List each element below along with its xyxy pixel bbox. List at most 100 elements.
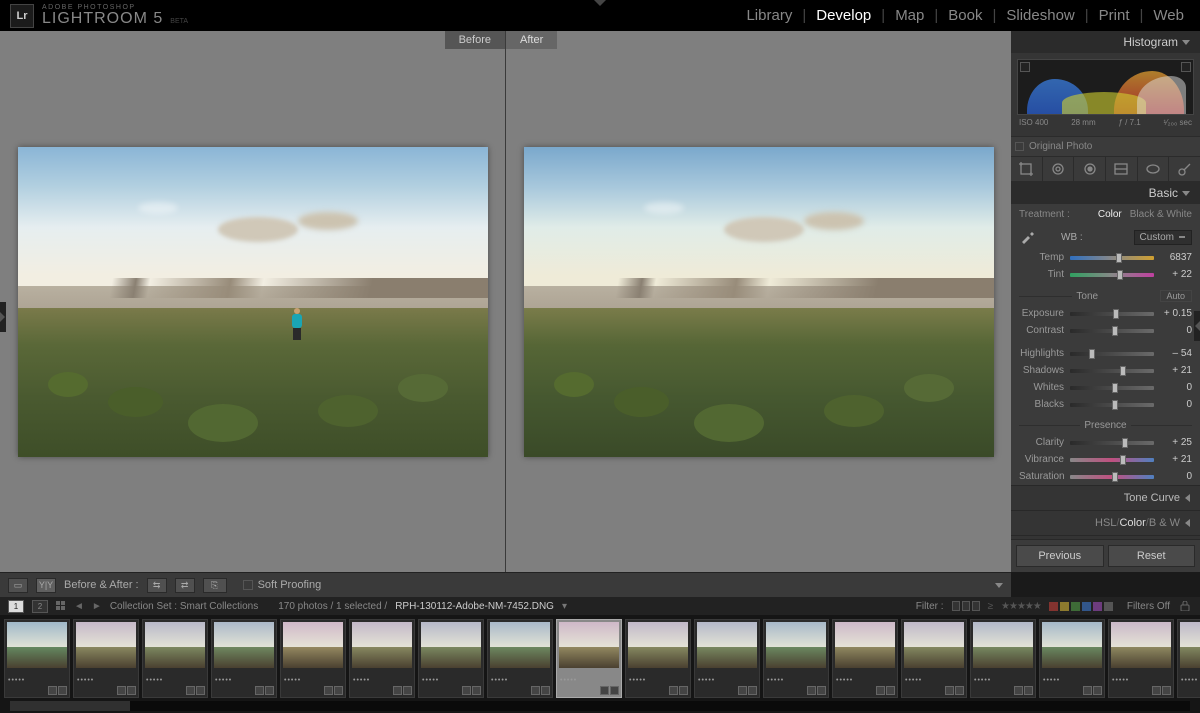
topbar: Lr ADOBE PHOTOSHOP LIGHTROOM 5 BETA Libr… [0,0,1200,31]
module-web[interactable]: Web [1147,7,1190,24]
filmstrip-thumb[interactable]: ••••• [280,619,346,698]
filmstrip-thumb[interactable]: ••••• [832,619,898,698]
filmstrip-thumb[interactable]: ••••• [349,619,415,698]
after-pane[interactable]: After [505,31,1011,572]
original-photo-checkbox[interactable] [1015,142,1024,151]
left-panel-handle[interactable] [0,302,6,332]
redeye-tool[interactable] [1074,157,1106,181]
filmstrip-thumb[interactable]: ••••• [625,619,691,698]
color-filter[interactable] [1049,602,1113,611]
temp-row: Temp6837 [1011,249,1200,266]
module-slideshow[interactable]: Slideshow [1000,7,1080,24]
brand-product-name: LIGHTROOM 5 [42,10,163,27]
filmstrip-thumb[interactable]: ••••• [142,619,208,698]
filmstrip-thumb[interactable]: ••••• [418,619,484,698]
wb-preset-select[interactable]: Custom [1134,230,1192,245]
breadcrumb-collection[interactable]: Collection Set : Smart Collections [110,601,258,612]
filmstrip-thumb[interactable]: ••••• [694,619,760,698]
person-in-photo [290,308,304,336]
histogram-header[interactable]: Histogram [1011,31,1200,53]
compare-view-button[interactable]: Y|Y [36,578,56,593]
spot-removal-tool[interactable] [1043,157,1075,181]
whites-slider[interactable] [1070,386,1154,390]
previous-button[interactable]: Previous [1016,545,1104,567]
treatment-color[interactable]: Color [1098,209,1122,220]
wb-row: WB : Custom [1011,225,1200,249]
filter-lock-icon[interactable] [1178,601,1192,611]
tone-curve-header[interactable]: Tone Curve [1011,485,1200,510]
filmstrip-thumb[interactable]: ••••• [1108,619,1174,698]
original-photo-row[interactable]: Original Photo [1011,136,1200,156]
graduated-filter-tool[interactable] [1106,157,1138,181]
filmstrip-thumb[interactable]: ••••• [4,619,70,698]
filmstrip-thumb[interactable]: ••••• [763,619,829,698]
loupe-view-button[interactable]: ▭ [8,578,28,593]
main-window-button[interactable]: 1 [8,600,24,613]
filmstrip-thumb[interactable]: ••••• [556,619,622,698]
module-map[interactable]: Map [889,7,930,24]
before-pane[interactable]: Before [0,31,505,572]
compare-viewer: Before After [0,31,1011,572]
nav-back-button[interactable]: ◄ [74,601,84,612]
vibrance-slider[interactable] [1070,458,1154,462]
filmstrip-scrollbar[interactable] [10,701,1190,711]
flag-filter[interactable] [952,601,980,611]
filmstrip-thumb[interactable]: ••••• [970,619,1036,698]
toolbar-options-dropdown[interactable] [995,583,1003,588]
exposure-slider[interactable] [1070,312,1154,316]
nav-fwd-button[interactable]: ► [92,601,102,612]
reset-button[interactable]: Reset [1108,545,1196,567]
hsl-header[interactable]: HSL / Color / B & W [1011,510,1200,535]
swap-before-after-button[interactable]: ⇆ [147,578,167,593]
filters-off-label[interactable]: Filters Off [1127,601,1170,612]
filmstrip-thumb[interactable]: ••••• [73,619,139,698]
highlight-clip-indicator[interactable] [1181,62,1191,72]
filmstrip-thumb[interactable]: ••••• [211,619,277,698]
module-picker: Library| Develop| Map| Book| Slideshow| … [740,7,1190,24]
blacks-slider[interactable] [1070,403,1154,407]
temp-slider[interactable] [1070,256,1154,260]
contrast-slider[interactable] [1070,329,1154,333]
rating-filter[interactable]: ★★★★★ [1001,601,1041,612]
shadow-clip-indicator[interactable] [1020,62,1030,72]
filmstrip-thumb[interactable]: ••••• [1177,619,1200,698]
soft-proofing-toggle[interactable]: Soft Proofing [243,579,322,591]
module-print[interactable]: Print [1093,7,1136,24]
adjustment-brush-tool[interactable] [1169,157,1200,181]
local-tools [1011,156,1200,182]
filmstrip-thumb[interactable]: ••••• [901,619,967,698]
treatment-bw[interactable]: Black & White [1130,209,1192,220]
highlights-slider[interactable] [1070,352,1154,356]
wb-dropper-icon[interactable] [1019,229,1035,245]
tint-slider[interactable] [1070,273,1154,277]
shadows-row: Shadows+ 21 [1011,362,1200,379]
saturation-slider[interactable] [1070,475,1154,479]
module-develop[interactable]: Develop [810,7,877,24]
second-window-button[interactable]: 2 [32,600,48,613]
top-panel-handle[interactable] [594,0,606,6]
brand: Lr ADOBE PHOTOSHOP LIGHTROOM 5 BETA [10,4,188,28]
copy-settings-button[interactable]: ⎘ [203,578,227,593]
vibrance-row: Vibrance+ 21 [1011,451,1200,468]
radial-filter-tool[interactable] [1138,157,1170,181]
basic-header[interactable]: Basic [1011,182,1200,204]
filmstrip-thumb[interactable]: ••••• [487,619,553,698]
presence-subheader: Presence [1011,417,1200,434]
copy-before-to-after-button[interactable]: ⇄ [175,578,195,593]
module-book[interactable]: Book [942,7,988,24]
exif-focal: 28 mm [1071,118,1095,127]
filmstrip-thumb[interactable]: ••••• [1039,619,1105,698]
histogram-graph[interactable] [1017,59,1194,115]
soft-proofing-checkbox[interactable] [243,580,253,590]
exif-row: ISO 400 28 mm ƒ / 7.1 ¹⁄₂₀₀ sec [1017,115,1194,130]
right-panel-handle[interactable] [1194,311,1200,341]
blacks-row: Blacks0 [1011,396,1200,413]
crop-tool[interactable] [1011,157,1043,181]
grid-icon[interactable] [56,601,66,611]
module-library[interactable]: Library [740,7,798,24]
shadows-slider[interactable] [1070,369,1154,373]
before-after-label: Before & After : [64,579,139,591]
current-filename[interactable]: RPH-130112-Adobe-NM-7452.DNG [395,601,554,612]
auto-tone-button[interactable]: Auto [1160,290,1193,302]
clarity-slider[interactable] [1070,441,1154,445]
